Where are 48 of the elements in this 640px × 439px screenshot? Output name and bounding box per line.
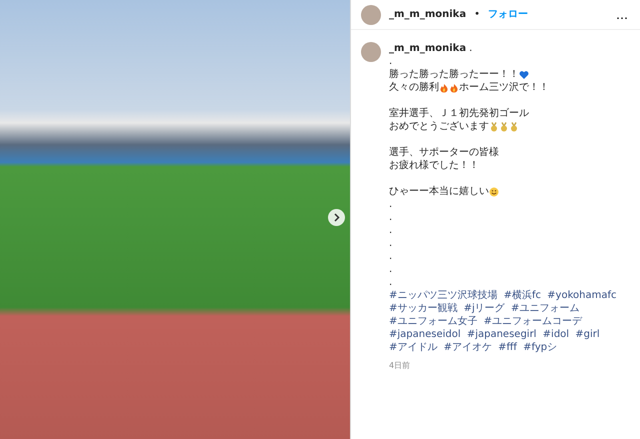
flame-icon	[449, 82, 459, 92]
heart-icon	[519, 70, 529, 80]
caption-text: 室井選手、Ｊ１初先発初ゴール	[389, 107, 529, 120]
avatar[interactable]	[361, 42, 381, 62]
hashtag-link[interactable]: #ユニフォーム女子	[389, 316, 478, 327]
caption-text: .	[469, 42, 472, 55]
smiley-icon	[489, 186, 499, 196]
hashtag-link[interactable]: #idol	[542, 329, 570, 340]
caption-text: .	[389, 55, 392, 68]
caption-text: .	[389, 198, 392, 211]
caption-text: .	[389, 237, 392, 250]
separator: •	[474, 8, 480, 22]
caption-text: 久々の勝利	[389, 81, 439, 94]
flame-icon	[439, 82, 449, 92]
hashtag-link[interactable]: #ユニフォームコーデ	[484, 316, 582, 327]
medal-icon	[499, 122, 509, 132]
hashtag-link[interactable]: #japaneseidol	[389, 329, 461, 340]
caption-text: .	[389, 224, 392, 237]
hashtag-link[interactable]: #fff	[498, 342, 517, 353]
caption-text: 勝った勝った勝ったーー！！	[389, 68, 519, 81]
post-time: 4日前	[389, 360, 412, 372]
caption-text: お疲れ様でした！！	[389, 159, 479, 172]
hashtag-link[interactable]: #横浜fc	[504, 290, 541, 301]
avatar[interactable]	[361, 4, 381, 24]
hashtag-link[interactable]: #ニッパツ三ツ沢球技場	[389, 290, 498, 301]
hashtag-link[interactable]: #girl	[575, 329, 600, 340]
hashtag-link[interactable]: #アイオケ	[444, 342, 492, 353]
more-button[interactable]: …	[614, 8, 630, 20]
caption-text: ホーム三ツ沢で！！	[459, 81, 549, 94]
caption-text: .	[389, 276, 392, 289]
caption-text: .	[389, 263, 392, 276]
caption-text: おめでとうございます	[389, 120, 489, 133]
caption-text: .	[389, 250, 392, 263]
hashtag-link[interactable]: #japanesegirl	[466, 329, 536, 340]
hashtag-link[interactable]: #アイドル	[389, 342, 438, 353]
medal-icon	[489, 122, 499, 132]
hashtag-link[interactable]: #fypシ	[523, 342, 558, 353]
hashtag-link[interactable]: #jリーグ	[464, 303, 505, 314]
caption-text: .	[389, 211, 392, 224]
medal-icon	[509, 122, 519, 132]
username-link[interactable]: _m_m_monika	[389, 7, 466, 22]
chevron-icon	[333, 213, 340, 222]
hashtag-link[interactable]: #yokohamafc	[547, 290, 616, 301]
hashtag-link[interactable]: #サッカー観戦	[389, 303, 458, 314]
username-link[interactable]: _m_m_monika	[389, 42, 466, 55]
hashtag-link[interactable]: #ユニフォーム	[510, 303, 580, 314]
caption-text: 選手、サポーターの皆様	[389, 146, 499, 159]
caption-text: ひゃーー本当に嬉しい	[389, 185, 489, 198]
